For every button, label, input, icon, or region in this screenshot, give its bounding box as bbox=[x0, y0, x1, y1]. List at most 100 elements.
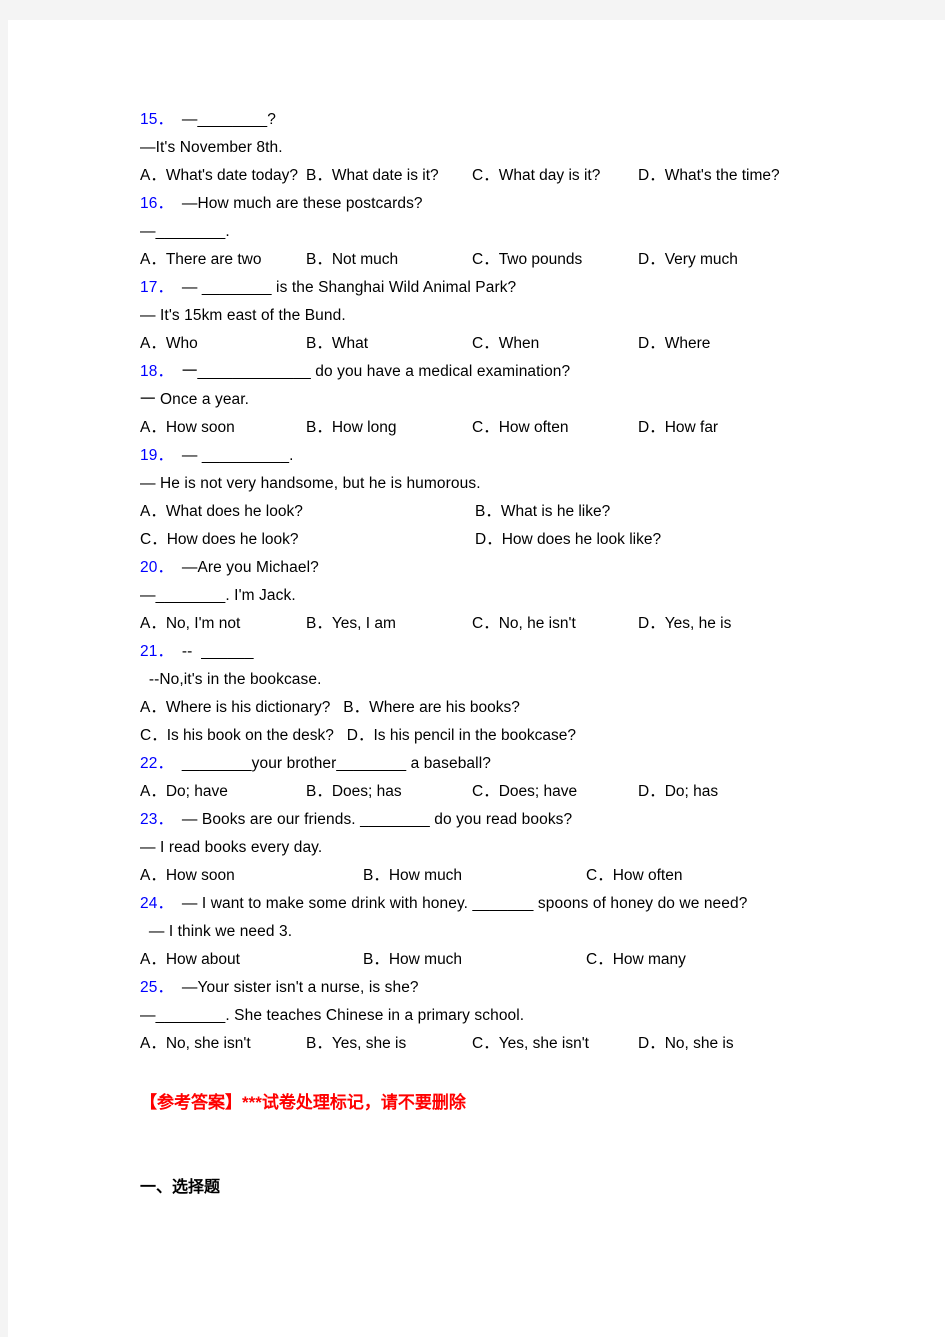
question-text: — __________. bbox=[181, 447, 294, 464]
answer-option[interactable]: C．How does he look? bbox=[140, 526, 475, 554]
option-row: A．There are two B．Not much C．Two pounds D．V… bbox=[140, 246, 930, 274]
question-text: —Your sister isn't a nurse, is she? bbox=[181, 979, 419, 996]
question-block: 24． — I want to make some drink with hon… bbox=[140, 890, 930, 974]
answer-option[interactable]: D．No, she is bbox=[638, 1030, 734, 1058]
question-text: — It's 15km east of the Bund. bbox=[140, 307, 346, 324]
option-row: A．Who B．What C．When D．Where bbox=[140, 330, 930, 358]
answer-option[interactable]: A．How soon bbox=[140, 862, 363, 890]
question-stem: 24． — I want to make some drink with hon… bbox=[140, 890, 930, 918]
question-stem-continuation: —It's November 8th. bbox=[140, 134, 930, 162]
question-block: 20． —Are you Michael? —________. I'm Jack… bbox=[140, 554, 930, 638]
question-number: 19． bbox=[140, 447, 174, 464]
answer-option[interactable]: A．How about bbox=[140, 946, 363, 974]
answer-option[interactable]: B．Where are his books? bbox=[343, 694, 520, 722]
question-stem-continuation: 一 Once a year. bbox=[140, 386, 930, 414]
question-text: —________. I'm Jack. bbox=[140, 587, 296, 604]
question-stem: 20． —Are you Michael? bbox=[140, 554, 930, 582]
question-list: 15． —________? —It's November 8th. A．What'… bbox=[140, 106, 930, 1202]
answer-option[interactable]: B．Yes, she is bbox=[306, 1030, 472, 1058]
question-number: 18． bbox=[140, 363, 174, 380]
question-stem: 23． — Books are our friends. ________ do… bbox=[140, 806, 930, 834]
question-text: — I think we need 3. bbox=[140, 923, 293, 940]
option-row: A．No, I'm not B．Yes, I am C．No, he isn't D．… bbox=[140, 610, 930, 638]
answer-option[interactable]: A．How soon bbox=[140, 414, 306, 442]
answer-option[interactable]: C．What day is it? bbox=[472, 162, 638, 190]
answer-option[interactable]: B．How much bbox=[363, 862, 586, 890]
question-number: 21． bbox=[140, 643, 174, 660]
answer-option[interactable]: A．Where is his dictionary? bbox=[140, 694, 343, 722]
answer-option[interactable]: D．Do; has bbox=[638, 778, 718, 806]
answer-option[interactable]: D．Very much bbox=[638, 246, 738, 274]
option-row: A．What's date today? B．What date is it? C．… bbox=[140, 162, 930, 190]
answer-option[interactable]: B．What is he like? bbox=[475, 498, 610, 526]
question-text: —How much are these postcards? bbox=[181, 195, 423, 212]
question-stem-continuation: —________. She teaches Chinese in a prim… bbox=[140, 1002, 930, 1030]
question-stem-continuation: — I read books every day. bbox=[140, 834, 930, 862]
answer-option[interactable]: B．Does; has bbox=[306, 778, 472, 806]
answer-option[interactable]: A．No, I'm not bbox=[140, 610, 306, 638]
answer-option[interactable]: B．What date is it? bbox=[306, 162, 472, 190]
question-number: 22． bbox=[140, 755, 174, 772]
answer-option[interactable]: B．How much bbox=[363, 946, 586, 974]
answer-option[interactable]: A．What does he look? bbox=[140, 498, 475, 526]
answer-option[interactable]: D．How does he look like? bbox=[475, 526, 661, 554]
question-text: — He is not very handsome, but he is hum… bbox=[140, 475, 481, 492]
answer-option[interactable]: D．What's the time? bbox=[638, 162, 780, 190]
question-stem-continuation: — He is not very handsome, but he is hum… bbox=[140, 470, 930, 498]
answer-option[interactable]: D．Is his pencil in the bookcase? bbox=[347, 722, 576, 750]
question-stem: 15． —________? bbox=[140, 106, 930, 134]
question-text: —It's November 8th. bbox=[140, 139, 283, 156]
answer-option[interactable]: C．How often bbox=[586, 862, 682, 890]
option-row: C．How does he look? D．How does he look li… bbox=[140, 526, 930, 554]
answer-option[interactable]: C．How many bbox=[586, 946, 686, 974]
answer-option[interactable]: B．Yes, I am bbox=[306, 610, 472, 638]
answer-option[interactable]: C．Yes, she isn't bbox=[472, 1030, 638, 1058]
option-row: A．How soon B．How much C．How often bbox=[140, 862, 930, 890]
answer-option[interactable]: C．How often bbox=[472, 414, 638, 442]
option-row: A．How soon B．How long C．How often D．How far bbox=[140, 414, 930, 442]
question-block: 21． -- ______ --No,it's in the bookcase.… bbox=[140, 638, 930, 750]
section-heading: 一、选择题 bbox=[140, 1179, 221, 1196]
answer-option[interactable]: C．Two pounds bbox=[472, 246, 638, 274]
question-text: 一 Once a year. bbox=[140, 391, 250, 408]
question-text: —________. She teaches Chinese in a prim… bbox=[140, 1007, 525, 1024]
question-text: —Are you Michael? bbox=[181, 559, 319, 576]
question-text: — I want to make some drink with honey. … bbox=[181, 895, 748, 912]
question-text: —________. bbox=[140, 223, 230, 240]
question-stem: 22． ________your brother________ a baseb… bbox=[140, 750, 930, 778]
question-stem-continuation: — I think we need 3. bbox=[140, 918, 930, 946]
answer-option[interactable]: A．No, she isn't bbox=[140, 1030, 306, 1058]
answer-option[interactable]: C．Is his book on the desk? bbox=[140, 722, 347, 750]
answer-option[interactable]: D．Yes, he is bbox=[638, 610, 731, 638]
option-row: A．What does he look? B．What is he like? bbox=[140, 498, 930, 526]
option-row: A．How about B．How much C．How many bbox=[140, 946, 930, 974]
question-stem: 25． —Your sister isn't a nurse, is she? bbox=[140, 974, 930, 1002]
question-block: 15． —________? —It's November 8th. A．What'… bbox=[140, 106, 930, 190]
answer-option[interactable]: B．Not much bbox=[306, 246, 472, 274]
option-row: C．Is his book on the desk? D．Is his penc… bbox=[140, 722, 930, 750]
question-stem-continuation: — It's 15km east of the Bund. bbox=[140, 302, 930, 330]
answer-option[interactable]: C．Does; have bbox=[472, 778, 638, 806]
question-text: —________? bbox=[181, 111, 276, 128]
question-block: 17． — ________ is the Shanghai Wild Anim… bbox=[140, 274, 930, 358]
answer-option[interactable]: A．What's date today? bbox=[140, 162, 306, 190]
question-block: 16． —How much are these postcards? —_____… bbox=[140, 190, 930, 274]
answer-option[interactable]: C．No, he isn't bbox=[472, 610, 638, 638]
question-text: — ________ is the Shanghai Wild Animal P… bbox=[181, 279, 517, 296]
answer-option[interactable]: B．How long bbox=[306, 414, 472, 442]
question-stem: 19． — __________. bbox=[140, 442, 930, 470]
answer-option[interactable]: A．There are two bbox=[140, 246, 306, 274]
option-row: A．Do; have B．Does; has C．Does; have D．Do; h… bbox=[140, 778, 930, 806]
answer-option[interactable]: D．How far bbox=[638, 414, 718, 442]
question-number: 17． bbox=[140, 279, 174, 296]
answer-key-marker: 【参考答案】***试卷处理标记，请不要删除 bbox=[140, 1093, 466, 1112]
question-text: 一_____________ do you have a medical exa… bbox=[181, 363, 571, 380]
answer-option[interactable]: B．What bbox=[306, 330, 472, 358]
answer-option[interactable]: C．When bbox=[472, 330, 638, 358]
question-stem: 18． 一_____________ do you have a medical… bbox=[140, 358, 930, 386]
question-text: --No,it's in the bookcase. bbox=[140, 671, 322, 688]
answer-option[interactable]: A．Who bbox=[140, 330, 306, 358]
answer-option[interactable]: A．Do; have bbox=[140, 778, 306, 806]
answer-option[interactable]: D．Where bbox=[638, 330, 710, 358]
question-block: 22． ________your brother________ a baseb… bbox=[140, 750, 930, 806]
